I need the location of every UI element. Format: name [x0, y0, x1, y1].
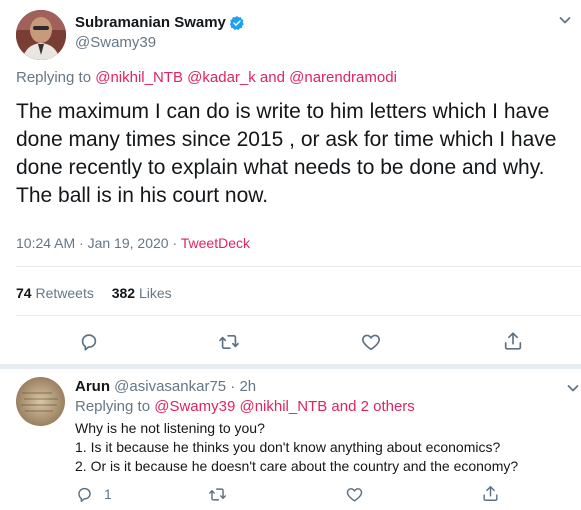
reply-text-line-1: Why is he not listening to you? [75, 420, 265, 436]
share-button[interactable] [502, 330, 524, 352]
reply-replying-prefix: Replying to [75, 398, 151, 415]
like-button[interactable] [360, 331, 382, 353]
reply-icon [78, 487, 91, 502]
reply-like-button[interactable] [345, 485, 364, 504]
mention-and: and [259, 69, 285, 86]
retweets-stat[interactable]: 74 Retweets [16, 285, 98, 301]
reply-author-line: Arun @asivasankar75 · 2h [75, 378, 256, 396]
tweet-source[interactable]: TweetDeck [181, 235, 250, 251]
reply-avatar[interactable] [16, 377, 65, 426]
like-label: Likes [138, 285, 172, 301]
reply-icon [81, 334, 97, 351]
tweet-menu-chevron-down-icon[interactable] [557, 12, 573, 28]
retweet-label: Retweets [35, 285, 94, 301]
author-avatar[interactable] [16, 10, 66, 60]
retweet-icon [219, 334, 239, 350]
retweet-count: 74 [16, 285, 32, 301]
mention-nikhil[interactable]: @nikhil_NTB [95, 69, 183, 86]
verified-badge-icon [229, 15, 245, 31]
author-handle[interactable]: @Swamy39 [75, 34, 156, 52]
tweet-text: The maximum I can do is write to him let… [16, 100, 557, 207]
replying-to-line: Replying to @nikhil_NTB @kadar_k and @na… [16, 69, 397, 87]
replying-prefix: Replying to [16, 69, 92, 86]
reply-button[interactable] [78, 331, 100, 353]
reply-retweet-button[interactable] [208, 485, 227, 504]
mention-narendramodi[interactable]: @narendramodi [289, 69, 397, 86]
reply-text: Why is he not listening to you? 1. Is it… [75, 419, 518, 476]
divider [16, 315, 581, 316]
like-count: 382 [111, 285, 136, 301]
heart-icon [346, 488, 363, 502]
reply-reply-button[interactable]: 1 [75, 484, 112, 504]
tweet-timestamp: 10:24 AM · Jan 19, 2020 · TweetDeck [16, 234, 250, 252]
heart-icon [362, 334, 380, 351]
mention-kadar[interactable]: @kadar_k [187, 69, 256, 86]
reply-text-line-3: 2. Or is it because he doesn't care abou… [75, 458, 519, 474]
reply-reply-count: 1 [104, 486, 112, 502]
tweet-time[interactable]: 10:24 AM · Jan 19, 2020 · [16, 235, 181, 251]
tweet-stats: 74 Retweets 382 Likes [16, 284, 172, 302]
likes-stat[interactable]: 382 Likes [112, 285, 172, 301]
retweet-button[interactable] [218, 331, 240, 353]
reply-menu-chevron-down-icon[interactable] [565, 380, 581, 396]
author-name[interactable]: Subramanian Swamy [75, 14, 245, 32]
reply-mentions[interactable]: @Swamy39 @nikhil_NTB and 2 others [154, 398, 415, 415]
divider [16, 266, 581, 267]
reply-author-handle[interactable]: @asivasankar75 · 2h [114, 378, 256, 395]
reply-text-line-2: 1. Is it because he thinks you don't kno… [75, 439, 501, 455]
section-separator [0, 364, 581, 369]
author-name-text[interactable]: Subramanian Swamy [75, 14, 226, 32]
share-icon [483, 486, 498, 501]
reply-share-button[interactable] [481, 484, 500, 503]
share-icon [504, 332, 522, 350]
reply-author-name[interactable]: Arun [75, 378, 110, 395]
reply-replying-to-line: Replying to @Swamy39 @nikhil_NTB and 2 o… [75, 398, 415, 416]
retweet-icon [209, 488, 226, 501]
